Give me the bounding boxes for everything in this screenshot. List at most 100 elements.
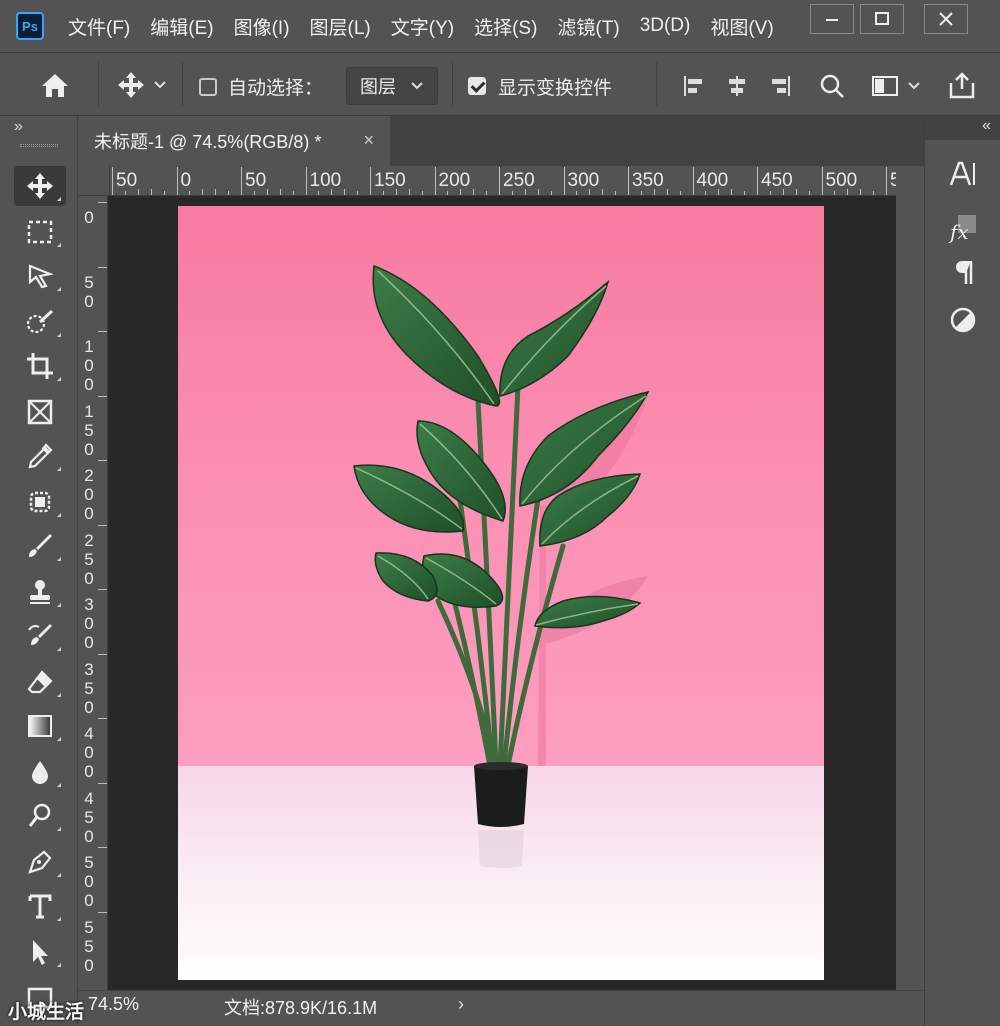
dodge-tool-button[interactable]: [14, 796, 66, 836]
ruler-label: 250: [84, 530, 94, 588]
ruler-minor-tick: [279, 189, 281, 195]
ruler-minor-tick: [653, 189, 655, 195]
align-center-button[interactable]: [720, 69, 754, 103]
pen-tool-button[interactable]: [14, 842, 66, 882]
menu-type[interactable]: 文字(Y): [381, 13, 464, 40]
menu-image[interactable]: 图像(I): [224, 13, 300, 40]
move-tool-button[interactable]: [14, 166, 66, 206]
ruler-label: 500: [825, 170, 858, 191]
menu-edit[interactable]: 编辑(E): [140, 13, 223, 40]
ruler-minor-tick: [124, 191, 126, 195]
path-selection-tool-button[interactable]: [14, 932, 66, 972]
ruler-tick: [628, 167, 629, 195]
ruler-minor-tick: [189, 191, 191, 195]
chevron-down-icon: [411, 82, 423, 90]
ruler-label: 5: [890, 170, 896, 192]
document-canvas[interactable]: [178, 206, 824, 980]
document-tab[interactable]: 未标题-1 @ 74.5%(RGB/8) * ×: [78, 116, 390, 166]
align-right-button[interactable]: [764, 69, 798, 103]
home-icon: [42, 74, 68, 97]
character-panel-button[interactable]: [939, 154, 987, 194]
layer-select-dropdown[interactable]: 图层: [346, 67, 438, 105]
watermark-text: 小城生活: [8, 1002, 85, 1023]
menu-file[interactable]: 文件(F): [58, 13, 140, 40]
healing-brush-tool-button[interactable]: [14, 482, 66, 522]
eyedropper-tool-button[interactable]: [14, 436, 66, 476]
ruler-minor-tick: [357, 191, 359, 195]
marquee-tool-button[interactable]: [14, 212, 66, 252]
search-button[interactable]: [814, 69, 850, 103]
eyedropper-icon: [28, 443, 53, 469]
minimize-icon: [826, 19, 838, 21]
history-brush-icon: [28, 624, 52, 645]
ruler-minor-tick: [524, 189, 526, 195]
styles-panel-button[interactable]: fx: [939, 208, 987, 248]
workspace-button[interactable]: [864, 69, 928, 103]
search-icon: [820, 74, 844, 98]
frame-icon: [27, 399, 53, 425]
ruler-label: 350: [84, 659, 94, 717]
ruler-tick: [98, 395, 107, 397]
frame-tool-button[interactable]: [14, 392, 66, 432]
options-bar: 自动选择： 图层 显示变换控件: [0, 52, 1000, 116]
menu-view[interactable]: 视图(V): [700, 13, 783, 40]
quick-selection-tool-button[interactable]: [14, 302, 66, 342]
ruler-minor-tick: [615, 191, 617, 195]
move-tool-preset-button[interactable]: [110, 67, 174, 103]
horizontal-ruler[interactable]: 500501001502002503003504004505005: [110, 166, 896, 196]
collapse-dock-button[interactable]: «: [982, 117, 991, 135]
svg-text:fx: fx: [948, 220, 969, 243]
ruler-origin[interactable]: [78, 166, 110, 196]
ruler-label: 50: [84, 272, 94, 311]
clone-stamp-tool-button[interactable]: [14, 572, 66, 612]
tools-panel: »: [0, 116, 78, 1026]
crop-tool-button[interactable]: [14, 346, 66, 386]
history-brush-tool-button[interactable]: [14, 616, 66, 656]
menu-layer[interactable]: 图层(L): [300, 13, 381, 40]
eraser-tool-button[interactable]: [14, 662, 66, 702]
minimize-button[interactable]: [810, 4, 854, 34]
gradient-tool-button[interactable]: [14, 706, 66, 746]
document-tab-title: 未标题-1 @ 74.5%(RGB/8) *: [94, 132, 322, 152]
adjustments-panel-button[interactable]: [939, 300, 987, 340]
align-left-button[interactable]: [676, 69, 710, 103]
healing-brush-icon: [29, 491, 51, 513]
potted-plant-image: [353, 264, 650, 868]
close-document-button[interactable]: ×: [363, 130, 374, 151]
close-icon: [939, 12, 953, 26]
ruler-minor-tick: [705, 191, 707, 195]
dock-header: «: [925, 116, 1000, 140]
collapse-panel-button[interactable]: »: [14, 118, 23, 136]
ruler-tick: [98, 202, 107, 203]
close-window-button[interactable]: [924, 4, 968, 34]
panel-grip[interactable]: [20, 144, 58, 147]
status-menu-button[interactable]: ›: [458, 994, 464, 1015]
type-tool-button[interactable]: [14, 886, 66, 926]
home-button[interactable]: [30, 67, 80, 103]
show-transform-checkbox[interactable]: [466, 75, 488, 97]
auto-select-checkbox[interactable]: [196, 75, 220, 99]
ruler-tick: [98, 911, 107, 913]
ruler-tick: [241, 167, 242, 195]
vertical-ruler[interactable]: 0 50 100 150 200 250 300 350 400 450 500 550: [78, 196, 108, 990]
menu-filter[interactable]: 滤镜(T): [547, 13, 629, 40]
menu-3d[interactable]: 3D(D): [630, 15, 701, 37]
blur-tool-button[interactable]: [14, 752, 66, 792]
ruler-minor-tick: [137, 189, 139, 195]
gradient-icon: [28, 715, 52, 737]
maximize-button[interactable]: [860, 4, 904, 34]
auto-select-label: 自动选择：: [228, 77, 324, 99]
ruler-tick: [176, 167, 178, 195]
brush-tool-button[interactable]: [14, 526, 66, 566]
ruler-minor-tick: [486, 191, 488, 195]
lasso-tool-button[interactable]: [14, 256, 66, 296]
ruler-minor-tick: [447, 191, 449, 195]
ruler-minor-tick: [421, 191, 423, 195]
menu-select[interactable]: 选择(S): [464, 13, 547, 40]
ruler-minor-tick: [602, 189, 604, 195]
share-button[interactable]: [942, 67, 982, 103]
zoom-level[interactable]: 74.5%: [88, 994, 139, 1015]
align-left-icon: [684, 76, 702, 96]
ruler-tick: [434, 167, 436, 195]
paragraph-panel-button[interactable]: [939, 252, 987, 292]
